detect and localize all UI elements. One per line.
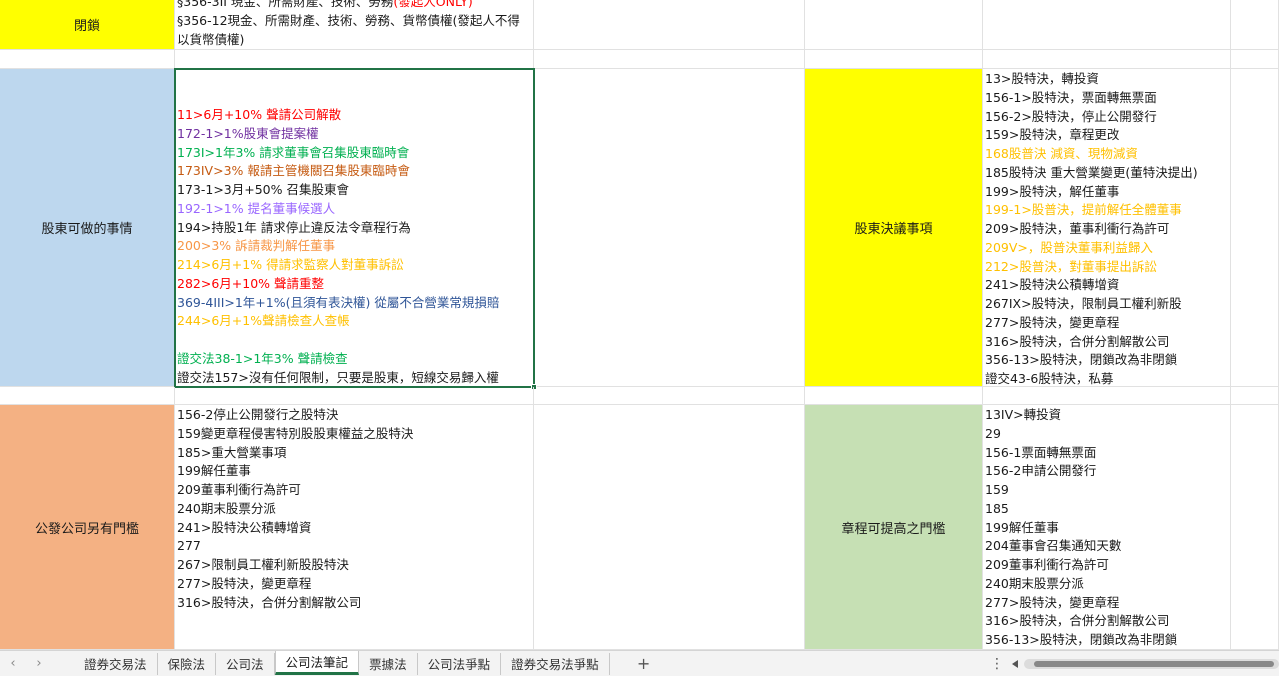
closed-line1-suffix: (發起人ONLY) <box>393 0 473 9</box>
cell-text-line: 316>股特決，合併分割解散公司 <box>985 333 1170 349</box>
cell-text-line: 277>股特決，變更章程 <box>177 575 312 591</box>
cell-text-line: 185 <box>985 500 1009 516</box>
label-shareholder-actions: 股東可做的事情 <box>41 222 133 237</box>
cell-text-line: 316>股特決，合併分割解散公司 <box>177 594 362 610</box>
sheet-tab-bar: ‹ › 證券交易法 保險法 公司法 公司法筆記 票據法 公司法爭點 證券交易法爭點 + ⋮ <box>0 650 1279 676</box>
content-cell-closed[interactable]: §356-3II 現金、所需財產、技術、勞務(發起人ONLY) §356-12現… <box>175 0 534 50</box>
cell-text-line: 168股普決 減資、現物減資 <box>985 146 1138 161</box>
sheet-tab[interactable]: 公司法筆記 <box>274 650 360 675</box>
content-cell-shareholder-resolutions[interactable]: 13>股特決，轉投資 156-1>股特決，票面轉無票面 156-2>股特決，停止公開… <box>983 69 1231 387</box>
label-cell-closed[interactable]: 閉鎖 <box>0 0 175 50</box>
closed-line1-prefix: §356-3II 現金、所需財產、技術、勞務 <box>177 0 394 9</box>
cell-text-line: 13>股特決，轉投資 <box>985 71 1099 86</box>
cell-text-line: 240期末股票分派 <box>985 575 1084 591</box>
cell-text-line: 159 <box>985 482 1009 497</box>
sheet-tab[interactable]: 保險法 <box>158 652 217 675</box>
empty-cell[interactable] <box>1231 387 1279 405</box>
cell-text-line: 212>股普決，對董事提出訴訟 <box>985 258 1157 274</box>
empty-cell[interactable] <box>0 387 175 405</box>
cell-text-line: 159變更章程侵害特別股股東權益之股特決 <box>177 425 414 441</box>
more-options-icon[interactable]: ⋮ <box>988 656 1006 672</box>
cell-text-line: 156-2申請公開發行 <box>985 463 1097 479</box>
empty-cell[interactable] <box>983 50 1231 69</box>
horizontal-scroll-area: ⋮ <box>988 651 1279 676</box>
cell-text-line: 356-13>股特決，閉鎖改為非閉鎖 <box>985 352 1178 368</box>
cell-text-line: 199解任董事 <box>177 463 251 479</box>
empty-cell[interactable] <box>534 0 805 50</box>
cell-text-line: 267IX>股特決，限制員工權利新股 <box>985 296 1182 311</box>
cell-text-line: 204董事會召集通知天數 <box>985 538 1122 554</box>
content-cell-public-company-threshold[interactable]: 156-2停止公開發行之股特決 159變更章程侵害特別股股東權益之股特決 185>重… <box>175 405 534 650</box>
label-public-company-threshold: 公發公司另有門檻 <box>34 521 139 537</box>
sheet-tabs: 證券交易法 保險法 公司法 公司法筆記 票據法 公司法爭點 證券交易法爭點 <box>74 650 610 675</box>
empty-cell[interactable] <box>805 387 983 405</box>
cell-text-line: 241>股特決公積轉增資 <box>985 277 1120 293</box>
empty-cell[interactable] <box>534 69 805 387</box>
cell-text-line: 199>股特決，解任董事 <box>985 183 1120 199</box>
content-cell-articles-threshold[interactable]: 13IV>轉投資 29 156-1票面轉無票面 156-2申請公開發行 159 185 19… <box>983 405 1231 650</box>
sheet-tab[interactable]: 公司法爭點 <box>418 652 502 675</box>
cell-text-line: 209董事利衝行為許可 <box>985 557 1109 572</box>
cell-text-line: 185股特決 重大營業變更(董特決提出) <box>985 164 1198 180</box>
empty-cell[interactable] <box>805 0 983 50</box>
cell-text-line: 13IV>轉投資 <box>985 407 1062 422</box>
cell-text-line: 156-1票面轉無票面 <box>985 444 1097 460</box>
empty-cell[interactable] <box>805 50 983 69</box>
scroll-left-icon[interactable] <box>1012 660 1018 668</box>
cell-text-line: 277 <box>177 538 201 554</box>
cell-text-line: 277>股特決，變更章程 <box>985 314 1120 330</box>
sheet-tab[interactable]: 票據法 <box>359 652 418 675</box>
cell-text-line: 159>股特決，章程更改 <box>985 127 1120 143</box>
empty-cell[interactable] <box>534 405 805 650</box>
empty-cell[interactable] <box>0 50 175 69</box>
empty-cell[interactable] <box>534 50 805 69</box>
prev-sheet-arrow-icon[interactable]: ‹ <box>0 651 26 676</box>
label-cell-shareholder-actions[interactable]: 股東可做的事情 <box>0 69 175 387</box>
cell-text-line: 209V>，股普決董事利益歸入 <box>985 239 1153 255</box>
empty-cell[interactable] <box>1231 50 1279 69</box>
cell-text-line: 185>重大營業事項 <box>177 444 287 460</box>
label-cell-shareholder-resolutions[interactable]: 股東決議事項 <box>805 69 983 387</box>
cell-text-line: 156-2停止公開發行之股特決 <box>177 407 339 422</box>
closed-line3: 以貨幣債權) <box>177 31 245 47</box>
cell-text-line: 240期末股票分派 <box>177 500 276 516</box>
empty-cell[interactable] <box>175 387 534 405</box>
sheet-tab[interactable]: 證券交易法爭點 <box>501 652 610 675</box>
label-cell-articles-threshold[interactable]: 章程可提高之門檻 <box>805 405 983 650</box>
closed-line2: §356-12現金、所需財產、技術、勞務、貨幣債權(發起人不得 <box>177 12 520 28</box>
next-sheet-arrow-icon[interactable]: › <box>26 651 52 676</box>
cell-text-line: 156-2>股特決，停止公開發行 <box>985 108 1157 124</box>
empty-cell[interactable] <box>983 0 1231 50</box>
cell-text-line: 356-13>股特決，閉鎖改為非閉鎖 <box>985 632 1178 647</box>
label-closed: 閉鎖 <box>73 19 100 34</box>
cell-text-line: 199解任董事 <box>985 519 1059 535</box>
sheet-tab[interactable]: 證券交易法 <box>74 652 158 675</box>
cell-text-line: 29 <box>985 425 1001 441</box>
cell-text-line: 241>股特決公積轉增資 <box>177 519 312 535</box>
cell-text-line: 267>限制員工權利新股股特決 <box>177 557 349 572</box>
cell-text-line: 277>股特決，變更章程 <box>985 594 1120 610</box>
scrollbar-thumb[interactable] <box>1034 661 1274 667</box>
cell-text-line: 156-1>股特決，票面轉無票面 <box>985 89 1157 105</box>
label-shareholder-resolutions: 股東決議事項 <box>854 222 933 237</box>
cell-text-line: 209董事利衝行為許可 <box>177 482 301 497</box>
empty-cell[interactable] <box>534 387 805 405</box>
cell-text-line: 316>股特決，合併分割解散公司 <box>985 613 1170 629</box>
cell-text-line: 證交43-6股特決，私募 <box>985 371 1114 386</box>
empty-cell[interactable] <box>1231 405 1279 650</box>
add-sheet-icon[interactable]: + <box>624 654 664 673</box>
cell-text-line: 209>股特決，董事利衝行為許可 <box>985 221 1170 236</box>
empty-cell[interactable] <box>1231 0 1279 50</box>
empty-cell[interactable] <box>1231 69 1279 387</box>
horizontal-scrollbar[interactable] <box>1024 659 1279 669</box>
cell-selection-border <box>174 68 535 388</box>
label-articles-threshold: 章程可提高之門檻 <box>841 521 946 537</box>
empty-cell[interactable] <box>175 50 534 69</box>
label-cell-public-company-threshold[interactable]: 公發公司另有門檻 <box>0 405 175 650</box>
empty-cell[interactable] <box>983 387 1231 405</box>
cell-text-line: 199-1>股普決，提前解任全體董事 <box>985 202 1182 218</box>
sheet-tab[interactable]: 公司法 <box>216 652 275 675</box>
